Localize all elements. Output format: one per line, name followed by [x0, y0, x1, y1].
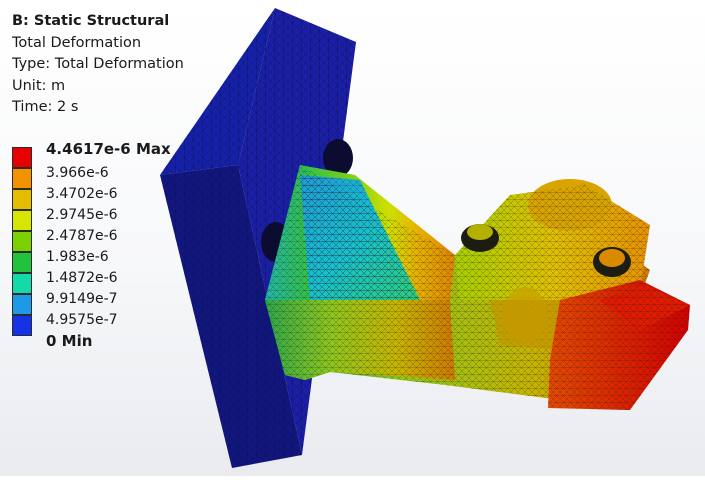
- result-info: B: Static Structural Total Deformation T…: [12, 11, 184, 119]
- legend-level-label: 2.4787e-6: [46, 228, 118, 244]
- legend-band: [12, 231, 32, 252]
- result-type: Type: Total Deformation: [12, 56, 184, 72]
- result-time: Time: 2 s: [12, 99, 79, 115]
- legend-band: [12, 189, 32, 210]
- legend-band: [12, 210, 32, 231]
- legend-level-label: 2.9745e-6: [46, 207, 118, 223]
- legend-level-label: 3.966e-6: [46, 165, 109, 181]
- legend-level-label: 9.9149e-7: [46, 291, 118, 307]
- legend-level-label: 1.983e-6: [46, 249, 109, 265]
- analysis-title: B: Static Structural: [12, 13, 170, 29]
- legend-band: [12, 273, 32, 294]
- legend-max-label[interactable]: 4.4617e-6 Max: [46, 141, 171, 157]
- legend-band: [12, 252, 32, 273]
- legend-band: [12, 168, 32, 189]
- legend-band: [12, 315, 32, 336]
- result-unit: Unit: m: [12, 77, 66, 94]
- legend-level-label: 1.4872e-6: [46, 270, 118, 286]
- legend-band: [12, 147, 32, 168]
- legend-min-label[interactable]: 0 Min: [46, 333, 92, 349]
- legend-band: [12, 294, 32, 315]
- legend-level-label: 3.4702e-6: [46, 186, 118, 202]
- max-deformation-region: [548, 280, 690, 410]
- result-name: Total Deformation: [12, 34, 142, 51]
- legend-level-label: 4.9575e-7: [46, 312, 118, 328]
